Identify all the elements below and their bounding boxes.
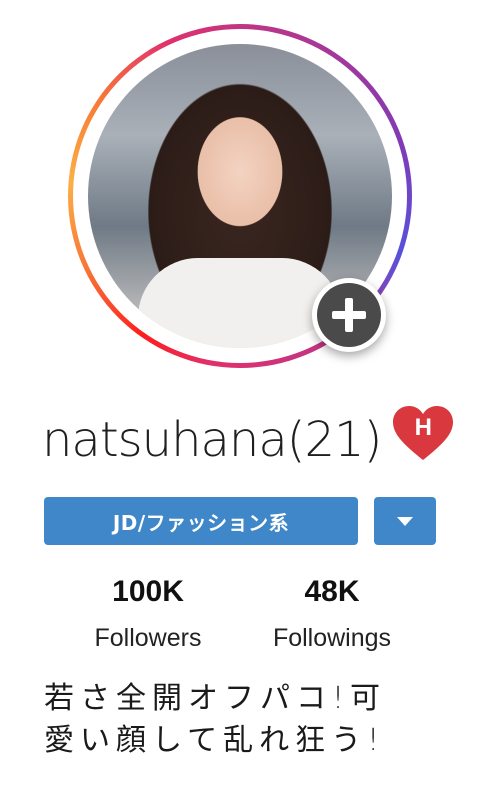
heart-badge: H	[393, 406, 454, 462]
bio-line-2: 愛い顔して乱れ狂う!	[44, 723, 386, 758]
dropdown-button[interactable]	[374, 497, 436, 545]
category-tag-button[interactable]: JD/ファッション系	[44, 497, 358, 545]
followers-count: 100K	[112, 575, 184, 608]
followings-count: 48K	[304, 575, 360, 608]
username: natsuhana(21)	[42, 412, 382, 468]
followings-stat[interactable]: 48K Followings	[242, 574, 422, 658]
plus-icon	[332, 298, 366, 332]
profile-name-row: natsuhana(21) H	[42, 400, 454, 480]
bio-line-1: 若さ全開オフパコ!可	[44, 681, 387, 716]
followers-label: Followers	[94, 624, 202, 652]
add-story-button[interactable]	[312, 278, 386, 352]
heart-badge-letter: H	[414, 414, 432, 441]
caret-down-icon	[397, 517, 413, 526]
bio-text: 若さ全開オフパコ!可 愛い顔して乱れ狂う!	[44, 678, 464, 762]
followers-stat[interactable]: 100K Followers	[58, 574, 238, 658]
category-tag-label: JD/ファッション系	[112, 510, 290, 535]
avatar-photo-detail	[138, 258, 342, 348]
followings-label: Followings	[272, 624, 392, 652]
